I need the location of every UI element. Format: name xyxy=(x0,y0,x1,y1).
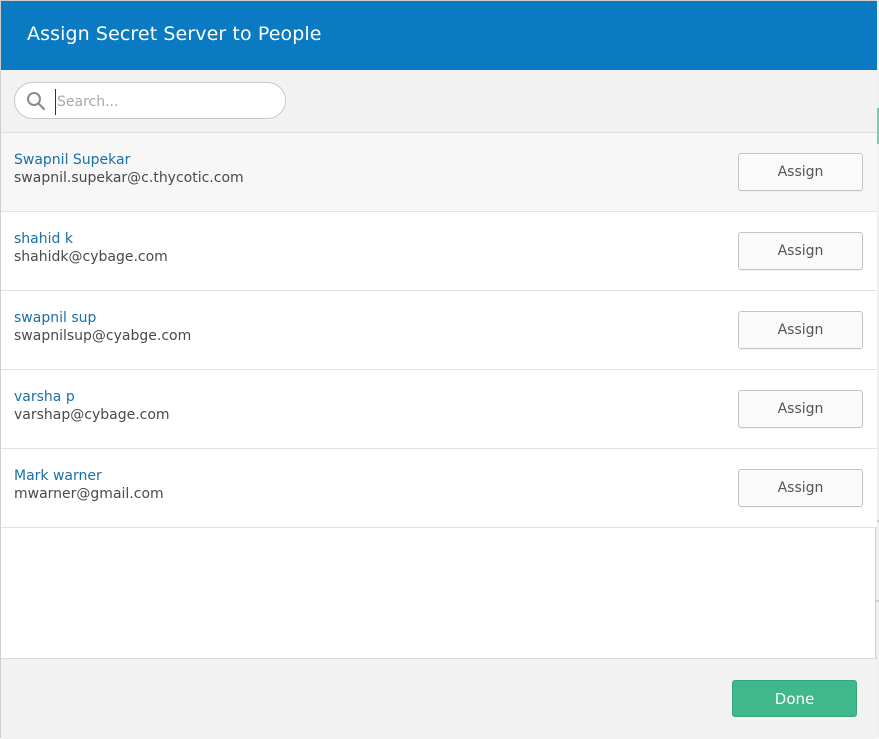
person-email: varshap@cybage.com xyxy=(14,407,170,423)
dialog-footer: Done xyxy=(1,658,877,739)
done-button[interactable]: Done xyxy=(732,680,857,717)
search-box[interactable] xyxy=(14,82,286,119)
person-email: mwarner@gmail.com xyxy=(14,486,164,502)
assign-people-dialog: Assign Secret Server to People Swapnil S… xyxy=(0,0,877,739)
search-bar xyxy=(1,70,877,133)
assign-button[interactable]: Assign xyxy=(738,153,863,191)
list-item: shahid k shahidk@cybage.com Assign xyxy=(1,212,877,291)
person-name[interactable]: shahid k xyxy=(14,231,73,247)
assign-button[interactable]: Assign xyxy=(738,390,863,428)
list-item: swapnil sup swapnilsup@cyabge.com Assign xyxy=(1,291,877,370)
search-icon xyxy=(27,92,46,111)
person-name[interactable]: Swapnil Supekar xyxy=(14,152,130,168)
list-item: varsha p varshap@cybage.com Assign xyxy=(1,370,877,449)
person-email: swapnil.supekar@c.thycotic.com xyxy=(14,170,244,186)
search-input[interactable] xyxy=(55,89,279,115)
dialog-header: Assign Secret Server to People xyxy=(1,1,877,70)
person-name[interactable]: swapnil sup xyxy=(14,310,96,326)
assign-button[interactable]: Assign xyxy=(738,232,863,270)
list-item: Mark warner mwarner@gmail.com Assign xyxy=(1,449,877,528)
assign-button[interactable]: Assign xyxy=(738,469,863,507)
person-name[interactable]: varsha p xyxy=(14,389,75,405)
assign-button[interactable]: Assign xyxy=(738,311,863,349)
person-email: swapnilsup@cyabge.com xyxy=(14,328,192,344)
person-email: shahidk@cybage.com xyxy=(14,249,168,265)
people-list: Swapnil Supekar swapnil.supekar@c.thycot… xyxy=(1,133,877,528)
list-item: Swapnil Supekar swapnil.supekar@c.thycot… xyxy=(1,133,877,212)
person-name[interactable]: Mark warner xyxy=(14,468,102,484)
dialog-title: Assign Secret Server to People xyxy=(27,23,322,45)
